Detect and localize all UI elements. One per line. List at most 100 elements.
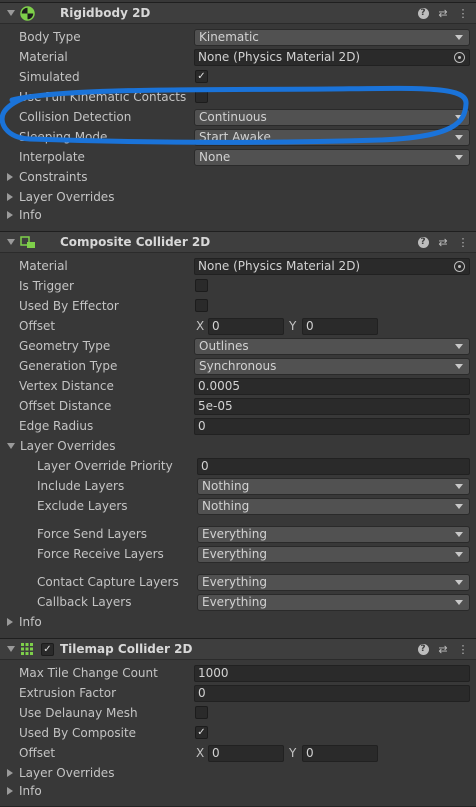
contact-capture-layers-dropdown[interactable]: Everything [197,574,470,591]
material-label: Material [19,50,68,64]
expand-arrow-icon [7,768,13,777]
context-menu-icon[interactable]: ⋮ [456,642,470,656]
rigidbody-header[interactable]: Rigidbody 2D ? ⇄ ⋮ [0,2,476,24]
info-foldout[interactable]: Info [7,615,42,629]
dropdown-arrow-icon [455,532,463,537]
offset-label: Offset [19,746,56,760]
object-picker-icon[interactable] [454,261,465,272]
callback-layers-label: Callback Layers [37,595,132,609]
is-trigger-checkbox[interactable] [195,279,208,292]
use-delaunay-mesh-checkbox[interactable] [195,706,208,719]
include-layers-label: Include Layers [37,479,125,493]
layer-overrides-foldout[interactable]: Layer Overrides [7,439,115,453]
used-by-composite-checkbox[interactable]: ✓ [195,726,208,739]
include-layers-dropdown[interactable]: Nothing [197,478,470,495]
presets-icon[interactable]: ⇄ [436,235,450,249]
offset-y-field[interactable]: 0 [302,745,378,762]
generation-type-dropdown[interactable]: Synchronous [194,358,470,375]
dropdown-arrow-icon [455,35,463,40]
dropdown-arrow-icon [455,600,463,605]
expand-arrow-icon [7,786,13,795]
context-menu-icon[interactable]: ⋮ [456,6,470,20]
dropdown-arrow-icon [455,484,463,489]
edge-radius-label: Edge Radius [19,419,94,433]
exclude-layers-label: Exclude Layers [37,499,128,513]
tilemap-collider-icon [21,643,33,655]
fold-arrow-icon[interactable] [7,10,15,16]
interpolate-label: Interpolate [19,150,85,164]
interpolate-dropdown[interactable]: None [194,149,470,166]
contact-capture-layers-label: Contact Capture Layers [37,575,179,589]
extrusion-factor-field[interactable]: 0 [194,685,470,702]
help-icon[interactable]: ? [416,6,430,20]
fold-arrow-icon[interactable] [7,646,15,652]
material-label: Material [19,259,68,273]
component-title: Tilemap Collider 2D [60,642,193,656]
constraints-foldout[interactable]: Constraints [7,170,87,184]
offset-label: Offset [19,319,56,333]
offset-x-label: X [196,319,205,333]
rigidbody-2d-icon [20,6,35,21]
material-field[interactable]: None (Physics Material 2D) [194,258,470,275]
geometry-type-dropdown[interactable]: Outlines [194,338,470,355]
body-type-label: Body Type [19,30,81,44]
layer-override-priority-label: Layer Override Priority [37,459,173,473]
offset-distance-field[interactable]: 5e-05 [194,398,470,415]
offset-x-field[interactable]: 0 [208,318,284,335]
force-receive-layers-dropdown[interactable]: Everything [197,546,470,563]
max-tile-change-count-field[interactable]: 1000 [194,665,470,682]
fold-arrow-icon[interactable] [7,239,15,245]
context-menu-icon[interactable]: ⋮ [456,235,470,249]
offset-x-label: X [196,746,205,760]
offset-distance-label: Offset Distance [19,399,112,413]
help-icon[interactable]: ? [416,642,430,656]
expand-arrow-icon [7,617,13,626]
tilemap-collider-header[interactable]: ✓ Tilemap Collider 2D ? ⇄ ⋮ [0,638,476,660]
max-tile-change-count-label: Max Tile Change Count [19,666,158,680]
component-enabled-checkbox[interactable]: ✓ [41,643,54,656]
layer-override-priority-field[interactable]: 0 [197,458,470,475]
use-delaunay-mesh-label: Use Delaunay Mesh [19,706,138,720]
force-send-layers-dropdown[interactable]: Everything [197,526,470,543]
callback-layers-dropdown[interactable]: Everything [197,594,470,611]
dropdown-arrow-icon [455,504,463,509]
component-title: Rigidbody 2D [60,6,151,20]
composite-collider-icon [20,236,35,248]
annotation-ellipse [0,85,469,145]
geometry-type-label: Geometry Type [19,339,111,353]
layer-overrides-foldout[interactable]: Layer Overrides [7,766,114,780]
offset-y-label: Y [289,746,297,760]
force-send-layers-label: Force Send Layers [37,527,148,541]
material-field[interactable]: None (Physics Material 2D) [194,49,470,66]
help-icon[interactable]: ? [416,235,430,249]
object-picker-icon[interactable] [454,52,465,63]
component-title: Composite Collider 2D [60,235,211,249]
presets-icon[interactable]: ⇄ [436,642,450,656]
offset-y-label: Y [289,319,297,333]
used-by-effector-checkbox[interactable] [195,299,208,312]
layer-overrides-foldout[interactable]: Layer Overrides [7,190,114,204]
dropdown-arrow-icon [455,580,463,585]
body-type-dropdown[interactable]: Kinematic [194,29,470,46]
edge-radius-field[interactable]: 0 [194,418,470,435]
extrusion-factor-label: Extrusion Factor [19,686,117,700]
expand-arrow-icon [7,172,13,181]
exclude-layers-dropdown[interactable]: Nothing [197,498,470,515]
dropdown-arrow-icon [455,155,463,160]
vertex-distance-label: Vertex Distance [19,379,114,393]
used-by-effector-label: Used By Effector [19,299,119,313]
info-foldout[interactable]: Info [7,784,42,798]
generation-type-label: Generation Type [19,359,118,373]
dropdown-arrow-icon [455,552,463,557]
expand-arrow-icon [7,210,13,219]
expand-arrow-icon [7,192,13,201]
offset-x-field[interactable]: 0 [208,745,284,762]
info-foldout[interactable]: Info [7,208,42,222]
presets-icon[interactable]: ⇄ [436,6,450,20]
offset-y-field[interactable]: 0 [302,318,378,335]
force-receive-layers-label: Force Receive Layers [37,547,164,561]
vertex-distance-field[interactable]: 0.0005 [194,378,470,395]
collapse-arrow-icon [7,442,15,449]
dropdown-arrow-icon [455,364,463,369]
composite-collider-header[interactable]: Composite Collider 2D ? ⇄ ⋮ [0,231,476,253]
